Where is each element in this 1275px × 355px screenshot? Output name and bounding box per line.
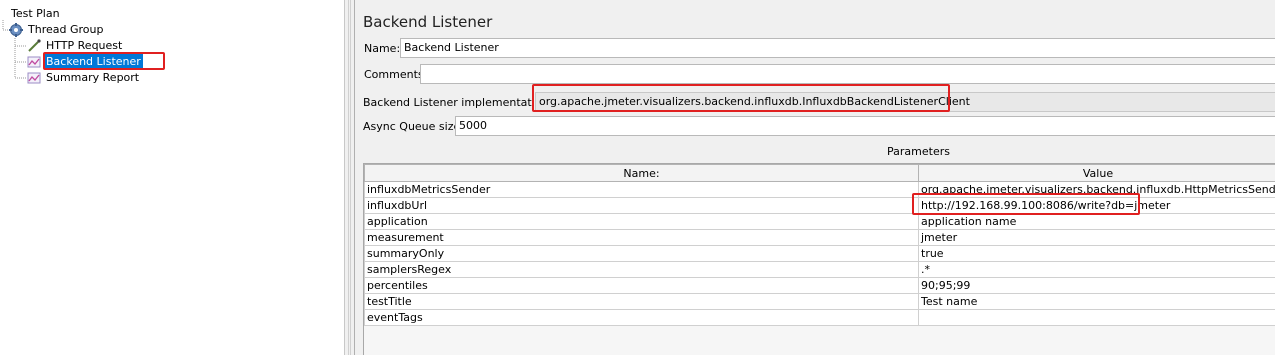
- param-name-cell[interactable]: summaryOnly: [364, 245, 919, 262]
- table-row[interactable]: measurement jmeter: [364, 229, 1275, 246]
- implementation-label: Backend Listener implementation: [363, 96, 549, 109]
- table-row[interactable]: eventTags: [364, 309, 1275, 326]
- table-row[interactable]: samplersRegex .*: [364, 261, 1275, 278]
- tree-item-summary-report[interactable]: Summary Report: [27, 70, 141, 85]
- param-value-cell[interactable]: true: [918, 245, 1275, 262]
- param-name-cell[interactable]: influxdbUrl: [364, 197, 919, 214]
- column-header-name[interactable]: Name:: [364, 164, 919, 182]
- column-header-value[interactable]: Value: [918, 164, 1275, 182]
- tree-item-label: Thread Group: [28, 23, 104, 36]
- param-value-cell[interactable]: .*: [918, 261, 1275, 278]
- param-name-cell[interactable]: eventTags: [364, 309, 919, 326]
- async-queue-size-label: Async Queue size: [363, 120, 461, 133]
- splitter-grip: [348, 0, 351, 355]
- highlight-box-influxdb-url: [912, 193, 1140, 215]
- backend-listener-panel: Backend Listener Name: Backend Listener …: [354, 0, 1275, 355]
- param-value-cell[interactable]: application name: [918, 213, 1275, 230]
- graph-listener-icon: [27, 55, 41, 69]
- highlight-box-backend-listener: [43, 52, 165, 70]
- tree-item-label: Test Plan: [11, 7, 60, 20]
- gear-icon: [9, 23, 23, 37]
- tree-item-test-plan[interactable]: Test Plan: [9, 6, 62, 21]
- table-row[interactable]: percentiles 90;95;99: [364, 277, 1275, 294]
- tree-item-thread-group[interactable]: Thread Group: [9, 22, 105, 37]
- param-value-cell[interactable]: Test name: [918, 293, 1275, 310]
- name-field[interactable]: Backend Listener: [400, 38, 1275, 58]
- param-name-cell[interactable]: application: [364, 213, 919, 230]
- graph-listener-icon: [27, 71, 41, 85]
- tree-item-label: Summary Report: [46, 71, 140, 84]
- param-value-cell[interactable]: [918, 309, 1275, 326]
- test-plan-tree[interactable]: Test Plan Thread Group HTTP Request Back…: [0, 0, 345, 355]
- name-label: Name:: [364, 42, 401, 55]
- param-name-cell[interactable]: samplersRegex: [364, 261, 919, 278]
- param-value-cell[interactable]: 90;95;99: [918, 277, 1275, 294]
- table-row[interactable]: summaryOnly true: [364, 245, 1275, 262]
- async-queue-size-field[interactable]: 5000: [455, 116, 1275, 136]
- comments-field[interactable]: [420, 64, 1275, 84]
- param-name-cell[interactable]: percentiles: [364, 277, 919, 294]
- pipette-icon: [27, 39, 41, 53]
- tree-item-label: HTTP Request: [46, 39, 123, 52]
- param-value-cell[interactable]: jmeter: [918, 229, 1275, 246]
- highlight-box-implementation: [532, 84, 950, 112]
- table-header-row: Name: Value: [364, 164, 1275, 182]
- table-row[interactable]: testTitle Test name: [364, 293, 1275, 310]
- parameters-title: Parameters: [887, 145, 950, 158]
- tree-item-http-request[interactable]: HTTP Request: [27, 38, 124, 53]
- pane-splitter[interactable]: [345, 0, 354, 355]
- param-name-cell[interactable]: influxdbMetricsSender: [364, 181, 919, 198]
- parameters-table[interactable]: Name: Value influxdbMetricsSender org.ap…: [363, 163, 1275, 355]
- panel-title: Backend Listener: [363, 13, 493, 31]
- param-name-cell[interactable]: testTitle: [364, 293, 919, 310]
- comments-label: Comments:: [364, 68, 428, 81]
- param-name-cell[interactable]: measurement: [364, 229, 919, 246]
- table-row[interactable]: application application name: [364, 213, 1275, 230]
